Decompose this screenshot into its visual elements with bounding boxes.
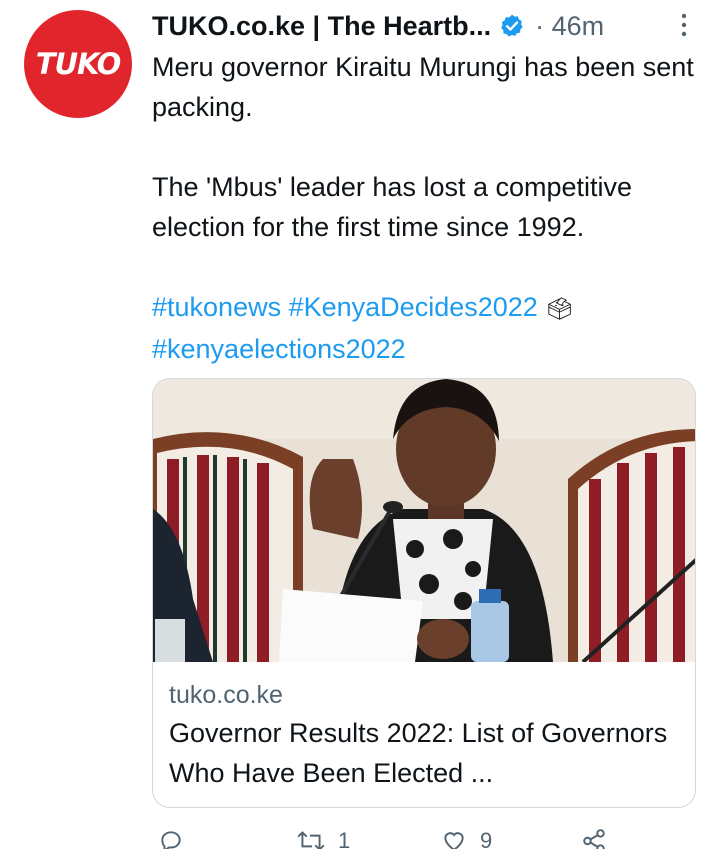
share-button[interactable] bbox=[580, 828, 620, 849]
reply-button[interactable] bbox=[158, 828, 196, 849]
share-icon bbox=[583, 829, 605, 849]
tweet-paragraph-2: The 'Mbus' leader has lost a competitive… bbox=[152, 172, 633, 242]
card-domain: tuko.co.ke bbox=[169, 681, 283, 709]
time-value: 46m bbox=[551, 10, 605, 41]
card-title: Governor Results 2022: List of Governors… bbox=[169, 718, 668, 788]
heart-icon bbox=[444, 832, 464, 849]
tweet-paragraph-1: Meru governor Kiraitu Murungi has been s… bbox=[152, 52, 694, 122]
card-body: tuko.co.ke Governor Results 2022: List o… bbox=[169, 677, 689, 793]
time-separator: · bbox=[535, 10, 545, 41]
retweet-count: 1 bbox=[338, 828, 351, 849]
display-name[interactable]: TUKO.co.ke | The Heartb... bbox=[152, 11, 491, 42]
like-count: 9 bbox=[480, 828, 493, 849]
card-image bbox=[153, 379, 695, 662]
avatar-logo-text: TUKO bbox=[35, 47, 122, 81]
hashtag-link[interactable]: #kenyaelections2022 bbox=[152, 334, 406, 364]
like-button[interactable]: 9 bbox=[440, 828, 492, 849]
verified-badge-icon bbox=[501, 14, 523, 37]
retweet-icon bbox=[297, 831, 325, 849]
retweet-button[interactable]: 1 bbox=[296, 828, 350, 849]
hashtag-link[interactable]: #tukonews bbox=[152, 292, 281, 322]
tweet-header: TUKO.co.ke | The Heartb... · 46m bbox=[152, 8, 700, 44]
hashtag-link[interactable]: #KenyaDecides2022 bbox=[289, 292, 538, 322]
link-preview-card[interactable]: tuko.co.ke Governor Results 2022: List o… bbox=[152, 378, 696, 808]
avatar[interactable]: TUKO bbox=[24, 10, 132, 118]
tweet-actions: 1 9 bbox=[152, 828, 700, 849]
hashtag-line: #tukonews #KenyaDecides2022 🗳 #kenyaelec… bbox=[152, 287, 700, 369]
ballot-box-icon: 🗳 bbox=[545, 296, 574, 321]
tweet-text: Meru governor Kiraitu Murungi has been s… bbox=[152, 47, 700, 369]
more-options-icon[interactable] bbox=[674, 10, 694, 40]
tweet-timestamp[interactable]: · 46m bbox=[535, 11, 604, 42]
reply-icon bbox=[161, 831, 181, 849]
